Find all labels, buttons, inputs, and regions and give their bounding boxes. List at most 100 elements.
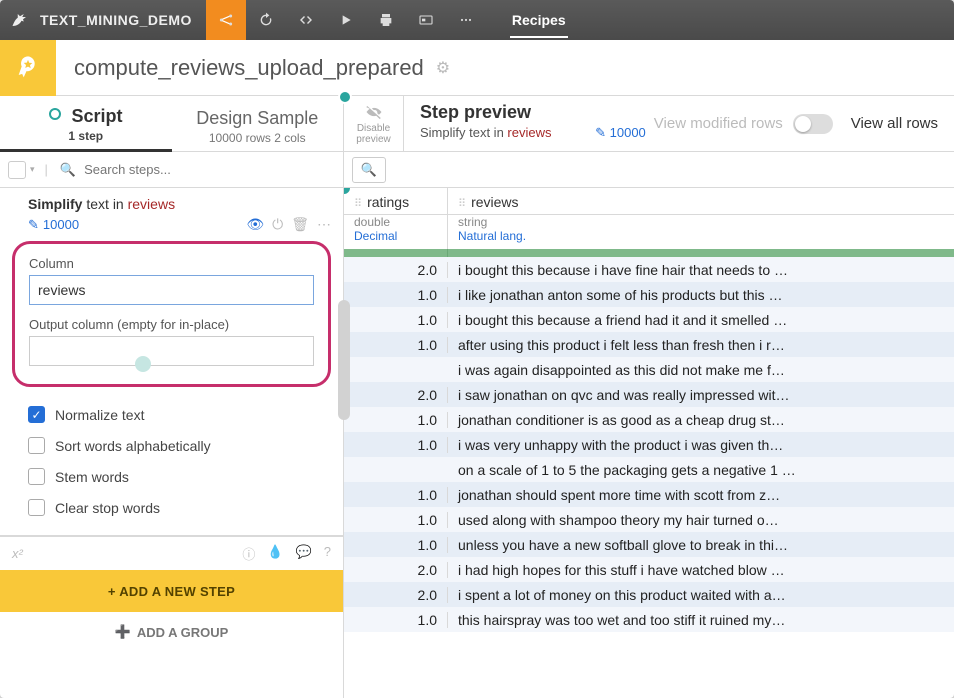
preview-toggle-icon[interactable]: 👁 <box>246 216 264 233</box>
table-row[interactable]: 2.0i bought this because i have fine hai… <box>344 257 954 282</box>
column-header-ratings[interactable]: ⠿ratings <box>344 188 448 214</box>
table-row[interactable]: 2.0i had high hopes for this stuff i hav… <box>344 557 954 582</box>
view-modified-rows-label: View modified rows <box>654 115 783 132</box>
play-icon[interactable] <box>326 0 366 40</box>
checkbox-icon <box>28 437 45 454</box>
cell-reviews: used along with shampoo theory my hair t… <box>448 512 954 528</box>
checkbox-icon <box>28 499 45 516</box>
preview-title: Step preview <box>420 102 654 123</box>
cell-ratings: 1.0 <box>344 487 448 503</box>
table-row[interactable]: 1.0used along with shampoo theory my hai… <box>344 507 954 532</box>
select-dropdown-icon[interactable]: ▾ <box>30 164 35 175</box>
more-icon[interactable] <box>446 0 486 40</box>
cell-reviews: i bought this because i have fine hair t… <box>448 262 954 278</box>
step-title: Simplify text in reviews <box>0 188 343 216</box>
search-steps-input[interactable] <box>82 161 335 178</box>
cell-reviews: after using this product i felt less tha… <box>448 337 954 353</box>
step-more-icon[interactable]: ⋯ <box>317 216 331 233</box>
column-type-ratings: double <box>344 215 448 229</box>
recipe-header: compute_reviews_upload_prepared ⚙ <box>0 40 954 96</box>
cell-reviews: unless you have a new softball glove to … <box>448 537 954 553</box>
cell-ratings: 1.0 <box>344 437 448 453</box>
code-icon[interactable] <box>286 0 326 40</box>
column-type-reviews: string <box>448 215 954 229</box>
cell-ratings: 2.0 <box>344 562 448 578</box>
delete-icon[interactable]: 🗑 <box>291 216 309 233</box>
project-name[interactable]: TEXT_MINING_DEMO <box>40 12 206 28</box>
cell-ratings: 1.0 <box>344 412 448 428</box>
table-row[interactable]: 1.0jonathan should spent more time with … <box>344 482 954 507</box>
cell-reviews: this hairspray was too wet and too stiff… <box>448 612 954 628</box>
add-group-button[interactable]: ➕ ADD A GROUP <box>0 612 343 652</box>
formula-icon[interactable]: x² <box>12 546 23 561</box>
tab-design-sub: 10000 rows 2 cols <box>176 131 340 145</box>
checkbox-icon <box>28 406 45 423</box>
check-clear-stop-words[interactable]: Clear stop words <box>24 492 331 523</box>
view-toggle[interactable] <box>793 114 833 134</box>
column-input[interactable] <box>29 275 314 305</box>
table-row[interactable]: 1.0unless you have a new softball glove … <box>344 532 954 557</box>
logo-icon[interactable] <box>0 0 40 40</box>
table-row[interactable]: 1.0jonathan conditioner is as good as a … <box>344 407 954 432</box>
flow-icon[interactable] <box>206 0 246 40</box>
plus-circle-icon: ➕ <box>115 624 131 640</box>
drop-icon[interactable]: 💧 <box>267 544 283 563</box>
column-meaning-reviews[interactable]: Natural lang. <box>458 229 526 243</box>
column-health-bar <box>344 249 954 257</box>
script-panel: Script 1 step Design Sample 10000 rows 2… <box>0 96 344 698</box>
cycle-icon[interactable] <box>246 0 286 40</box>
check-normalize-text[interactable]: Normalize text <box>24 399 331 430</box>
tab-design-title: Design Sample <box>196 108 318 128</box>
step-card[interactable]: Simplify text in reviews ✎10000 👁 ⏻ 🗑 ⋯ … <box>0 188 343 536</box>
cell-reviews: jonathan conditioner is as good as a che… <box>448 412 954 428</box>
column-label: Column <box>29 256 314 271</box>
select-all-checkbox[interactable] <box>8 161 26 179</box>
column-meaning-ratings[interactable]: Decimal <box>354 229 397 243</box>
preview-row-count[interactable]: ✎ 10000 <box>595 125 646 140</box>
step-row-count[interactable]: ✎10000 <box>28 217 79 233</box>
table-row[interactable]: 1.0i was very unhappy with the product i… <box>344 432 954 457</box>
cell-reviews: i was again disappointed as this did not… <box>448 362 954 378</box>
table-row[interactable]: on a scale of 1 to 5 the packaging gets … <box>344 457 954 482</box>
table-row[interactable]: 1.0i like jonathan anton some of his pro… <box>344 282 954 307</box>
tab-script-title: Script <box>71 106 122 126</box>
cell-reviews: i had high hopes for this stuff i have w… <box>448 562 954 578</box>
table-row[interactable]: 1.0i bought this because a friend had it… <box>344 307 954 332</box>
table-row[interactable]: 1.0this hairspray was too wet and too st… <box>344 607 954 632</box>
table-row[interactable]: 2.0i spent a lot of money on this produc… <box>344 582 954 607</box>
step-footer: x² ⓘ 💧 💬 ? <box>0 536 343 570</box>
add-new-step-button[interactable]: + ADD A NEW STEP <box>0 570 343 612</box>
card-icon[interactable] <box>406 0 446 40</box>
tab-recipes[interactable]: Recipes <box>510 2 568 38</box>
tab-script[interactable]: Script 1 step <box>0 98 172 152</box>
print-icon[interactable] <box>366 0 406 40</box>
recipe-settings-icon[interactable]: ⚙ <box>436 58 450 78</box>
comment-icon[interactable]: 💬 <box>296 544 312 563</box>
cell-reviews: i spent a lot of money on this product w… <box>448 587 954 603</box>
info-icon[interactable]: ⓘ <box>242 544 255 563</box>
output-column-label: Output column (empty for in-place) <box>29 317 314 332</box>
search-icon: 🔍 <box>60 162 76 178</box>
cell-ratings: 1.0 <box>344 512 448 528</box>
table-search-button[interactable]: 🔍 <box>352 157 386 183</box>
output-column-input[interactable] <box>29 336 314 366</box>
cell-reviews: i was very unhappy with the product i wa… <box>448 437 954 453</box>
disable-preview-button[interactable]: Disable preview <box>344 96 404 152</box>
panel-resize-handle[interactable] <box>338 300 350 420</box>
check-stem-words[interactable]: Stem words <box>24 461 331 492</box>
table-row[interactable]: i was again disappointed as this did not… <box>344 357 954 382</box>
step-config-highlight: Column Output column (empty for in-place… <box>12 241 331 387</box>
hint-dot-icon <box>135 356 151 372</box>
cell-ratings: 1.0 <box>344 287 448 303</box>
recipe-name: compute_reviews_upload_prepared <box>56 55 424 81</box>
table-row[interactable]: 2.0i saw jonathan on qvc and was really … <box>344 382 954 407</box>
cell-ratings: 2.0 <box>344 587 448 603</box>
check-sort-words[interactable]: Sort words alphabetically <box>24 430 331 461</box>
tab-design-sample[interactable]: Design Sample 10000 rows 2 cols <box>172 100 344 151</box>
checkbox-icon <box>28 468 45 485</box>
status-dot-icon <box>49 108 61 120</box>
table-row[interactable]: 1.0after using this product i felt less … <box>344 332 954 357</box>
help-icon[interactable]: ? <box>324 544 331 563</box>
column-header-reviews[interactable]: ⠿reviews <box>448 188 954 214</box>
power-icon[interactable]: ⏻ <box>272 216 283 233</box>
